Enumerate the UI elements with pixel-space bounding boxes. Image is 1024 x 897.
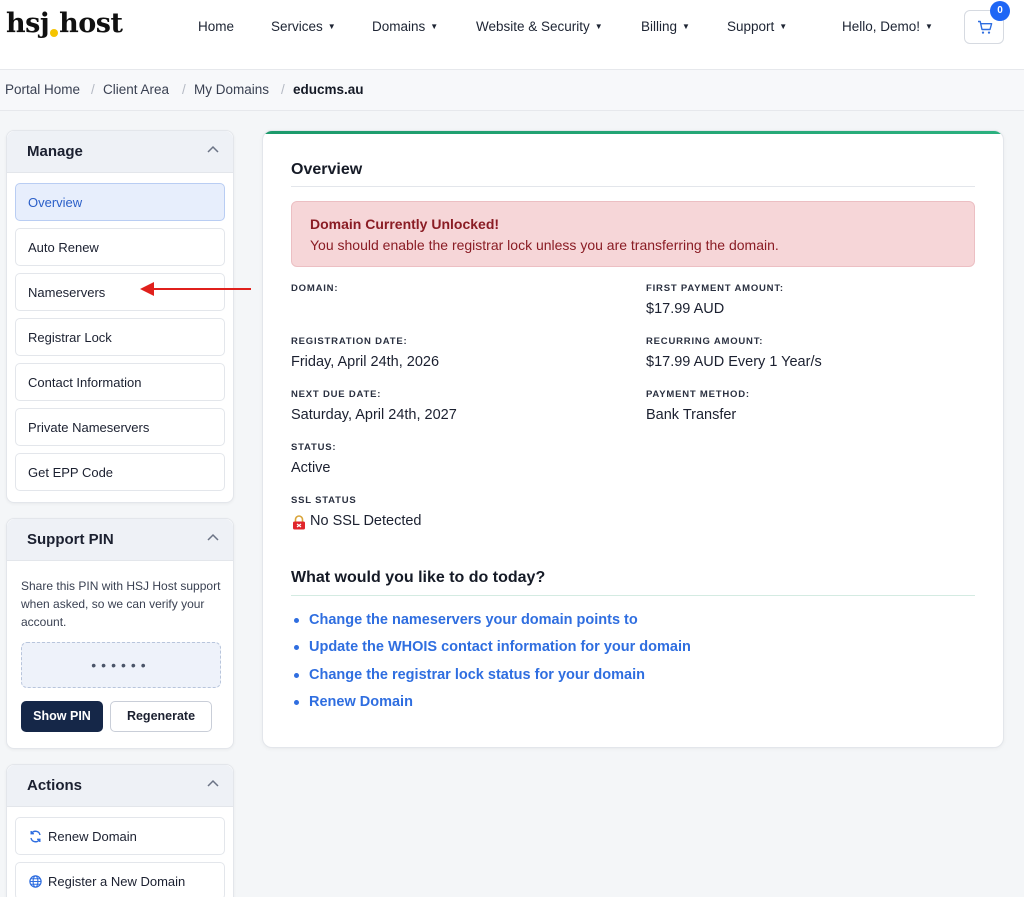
breadcrumb-separator: / bbox=[182, 82, 186, 97]
actions-heading: What would you like to do today? bbox=[291, 569, 546, 586]
manage-panel-header[interactable]: Manage bbox=[7, 131, 233, 173]
actions-panel-header[interactable]: Actions bbox=[7, 765, 233, 807]
breadcrumb-current-domain: educms.au bbox=[293, 82, 364, 97]
registration-date-label: REGISTRATION DATE: bbox=[291, 336, 408, 347]
alert-text: You should enable the registrar lock unl… bbox=[310, 237, 779, 253]
nav-domains[interactable]: Domains ▼ bbox=[372, 19, 438, 34]
breadcrumb-portal-home[interactable]: Portal Home bbox=[5, 82, 80, 97]
logo[interactable]: hsj host bbox=[6, 8, 123, 39]
nav-services[interactable]: Services ▼ bbox=[271, 19, 336, 34]
manage-panel: Manage Overview Auto Renew Nameservers R… bbox=[6, 130, 234, 503]
payment-method-label: PAYMENT METHOD: bbox=[646, 389, 750, 400]
manage-panel-title: Manage bbox=[27, 143, 83, 160]
first-payment-label: FIRST PAYMENT AMOUNT: bbox=[646, 283, 784, 294]
cart-count-badge: 0 bbox=[990, 1, 1010, 21]
ssl-status-label: SSL STATUS bbox=[291, 495, 357, 506]
show-pin-button[interactable]: Show PIN bbox=[21, 701, 103, 732]
registration-date-value: Friday, April 24th, 2026 bbox=[291, 354, 440, 370]
first-payment-value: $17.99 AUD bbox=[646, 301, 725, 317]
bullet-icon bbox=[294, 618, 299, 623]
actions-panel-title: Actions bbox=[27, 777, 83, 794]
caret-down-icon: ▼ bbox=[327, 22, 336, 31]
sidebar-item-get-epp-code[interactable]: Get EPP Code bbox=[15, 453, 225, 491]
divider bbox=[291, 186, 975, 187]
breadcrumb-my-domains[interactable]: My Domains bbox=[194, 82, 269, 97]
payment-method-value: Bank Transfer bbox=[646, 407, 737, 423]
divider bbox=[291, 595, 975, 596]
bullet-icon bbox=[294, 673, 299, 678]
nav-user-menu[interactable]: Hello, Demo! ▼ bbox=[842, 19, 933, 34]
actions-panel: Actions Renew Domain Register a New Doma… bbox=[6, 764, 234, 897]
nav-support[interactable]: Support ▼ bbox=[727, 19, 787, 34]
support-pin-panel-title: Support PIN bbox=[27, 531, 114, 548]
breadcrumb-separator: / bbox=[91, 82, 95, 97]
link-update-whois[interactable]: Update the WHOIS contact information for… bbox=[309, 639, 691, 655]
nav-website-security[interactable]: Website & Security ▼ bbox=[476, 19, 603, 34]
nav-home[interactable]: Home bbox=[198, 19, 234, 34]
link-change-registrar-lock[interactable]: Change the registrar lock status for you… bbox=[309, 667, 645, 683]
next-due-date-value: Saturday, April 24th, 2027 bbox=[291, 407, 457, 423]
sidebar-action-label: Register a New Domain bbox=[48, 874, 186, 889]
overview-panel: Overview Domain Currently Unlocked! You … bbox=[262, 130, 1004, 748]
sidebar-action-renew-domain[interactable]: Renew Domain bbox=[15, 817, 225, 855]
globe-icon bbox=[29, 875, 42, 888]
next-due-date-label: NEXT DUE DATE: bbox=[291, 389, 382, 400]
cart-icon bbox=[978, 20, 993, 34]
sidebar-item-overview[interactable]: Overview bbox=[15, 183, 225, 221]
support-pin-panel-header[interactable]: Support PIN bbox=[7, 519, 233, 561]
recurring-amount-label: RECURRING AMOUNT: bbox=[646, 336, 764, 347]
status-value: Active bbox=[291, 460, 331, 476]
sidebar-item-auto-renew[interactable]: Auto Renew bbox=[15, 228, 225, 266]
sidebar-item-private-nameservers[interactable]: Private Nameservers bbox=[15, 408, 225, 446]
panel-accent-bar bbox=[263, 131, 1003, 134]
caret-down-icon: ▼ bbox=[925, 22, 933, 31]
recurring-amount-value: $17.99 AUD Every 1 Year/s bbox=[646, 354, 822, 370]
breadcrumb-client-area[interactable]: Client Area bbox=[103, 82, 169, 97]
domain-unlocked-alert: Domain Currently Unlocked! You should en… bbox=[291, 201, 975, 267]
domain-label: DOMAIN: bbox=[291, 283, 339, 294]
sidebar-action-label: Renew Domain bbox=[48, 829, 137, 844]
chevron-up-icon[interactable] bbox=[207, 533, 219, 541]
support-pin-value: •••••• bbox=[21, 642, 221, 688]
link-change-nameservers[interactable]: Change the nameservers your domain point… bbox=[309, 612, 638, 628]
bullet-icon bbox=[294, 700, 299, 705]
caret-down-icon: ▼ bbox=[594, 22, 603, 31]
support-pin-description: Share this PIN with HSJ Host support whe… bbox=[21, 579, 221, 629]
status-label: STATUS: bbox=[291, 442, 337, 453]
caret-down-icon: ▼ bbox=[682, 22, 690, 31]
refresh-icon bbox=[30, 830, 41, 843]
top-navbar: hsj host Home Services ▼ Domains ▼ Website … bbox=[0, 0, 1024, 70]
sidebar-item-contact-information[interactable]: Contact Information bbox=[15, 363, 225, 401]
logo-dot-icon bbox=[50, 29, 59, 37]
sidebar-item-registrar-lock[interactable]: Registrar Lock bbox=[15, 318, 225, 356]
link-renew-domain[interactable]: Renew Domain bbox=[309, 694, 413, 710]
caret-down-icon: ▼ bbox=[430, 22, 439, 31]
lock-icon bbox=[293, 515, 305, 530]
alert-title: Domain Currently Unlocked! bbox=[310, 216, 500, 232]
ssl-status-value: No SSL Detected bbox=[310, 513, 422, 529]
page-title: Overview bbox=[291, 161, 363, 178]
caret-down-icon: ▼ bbox=[779, 22, 788, 31]
regenerate-pin-button[interactable]: Regenerate bbox=[110, 701, 212, 732]
chevron-up-icon[interactable] bbox=[207, 779, 219, 787]
sidebar-action-register-domain[interactable]: Register a New Domain bbox=[15, 862, 225, 897]
support-pin-panel: Support PIN Share this PIN with HSJ Host… bbox=[6, 518, 234, 749]
breadcrumb-separator: / bbox=[281, 82, 285, 97]
breadcrumb: Portal Home / Client Area / My Domains /… bbox=[0, 70, 1024, 111]
bullet-icon bbox=[294, 645, 299, 650]
nav-billing[interactable]: Billing ▼ bbox=[641, 19, 690, 34]
annotation-arrow-icon bbox=[140, 282, 251, 296]
chevron-up-icon[interactable] bbox=[207, 145, 219, 153]
